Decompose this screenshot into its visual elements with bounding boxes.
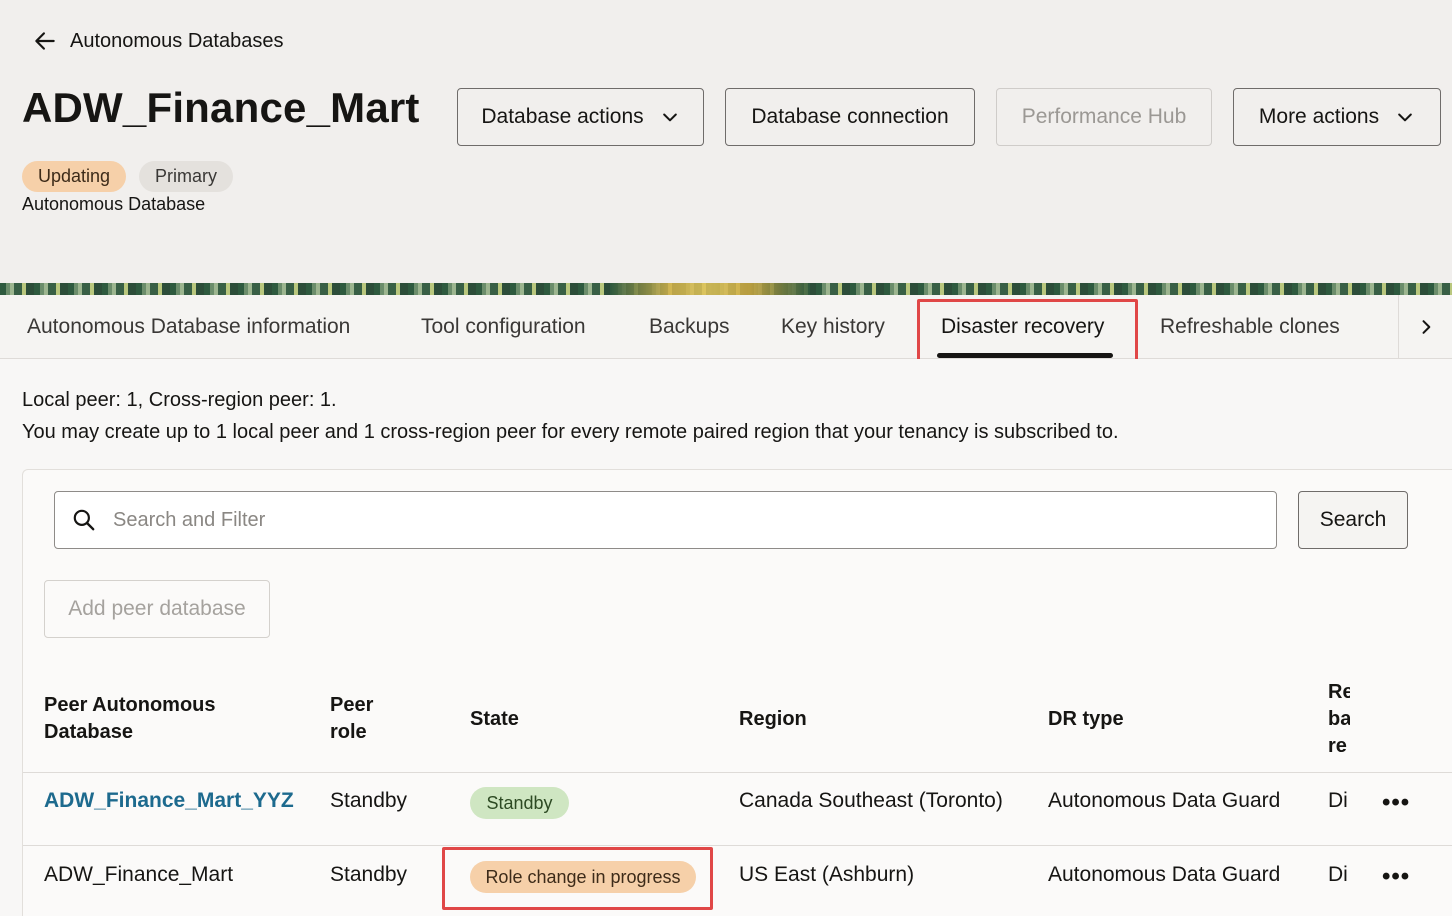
dr-type-cell: Autonomous Data Guard	[1048, 863, 1281, 886]
dr-type-cell: Autonomous Data Guard	[1048, 789, 1281, 812]
column-header-state[interactable]: State	[470, 706, 519, 733]
column-header-text: role	[330, 721, 367, 743]
page-title: ADW_Finance_Mart	[22, 84, 420, 131]
database-actions-label: Database actions	[481, 105, 644, 128]
database-connection-button[interactable]: Database connection	[725, 88, 975, 146]
peer-database-link[interactable]: ADW_Finance_Mart_YYZ	[44, 789, 294, 813]
peer-role-cell: Standby	[330, 863, 408, 886]
chevron-down-icon	[1398, 113, 1412, 122]
tab-scroll-right-button[interactable]	[1398, 295, 1452, 358]
add-peer-database-button[interactable]: Add peer database	[44, 580, 270, 638]
chevron-down-icon	[662, 113, 677, 122]
state-badge-standby: Standby	[470, 787, 569, 819]
more-actions-button[interactable]: More actions	[1233, 88, 1441, 146]
chevron-right-icon	[1422, 319, 1430, 334]
region-cell: US East (Ashburn)	[739, 863, 915, 886]
tab-bar: Autonomous Database information Tool con…	[0, 295, 1452, 359]
more-actions-label: More actions	[1258, 105, 1380, 128]
row-actions-menu-button[interactable]: •••	[1382, 789, 1410, 817]
performance-hub-button[interactable]: Performance Hub	[996, 88, 1212, 146]
role-badge-primary: Primary	[139, 161, 233, 192]
column-header-region[interactable]: Region	[739, 706, 807, 733]
back-link-label: Autonomous Databases	[70, 29, 284, 52]
region-cell: Canada Southeast (Toronto)	[739, 789, 1003, 812]
decorative-banner	[0, 283, 1452, 295]
performance-hub-label: Performance Hub	[1021, 105, 1187, 128]
tab-refreshable-clones[interactable]: Refreshable clones	[1160, 295, 1340, 359]
tab-autonomous-database-information[interactable]: Autonomous Database information	[27, 295, 350, 359]
search-input[interactable]	[113, 508, 1213, 532]
active-tab-indicator	[937, 353, 1113, 358]
tab-backups[interactable]: Backups	[649, 295, 730, 359]
truncated-cell: Di	[1328, 789, 1348, 812]
arrow-left-icon	[35, 32, 55, 50]
peer-database-name: ADW_Finance_Mart	[44, 863, 234, 886]
peer-limit-text: You may create up to 1 local peer and 1 …	[22, 421, 1119, 443]
column-header-text: Database	[44, 721, 133, 743]
column-header-peer-role[interactable]: Peer role	[330, 692, 373, 746]
column-header-text: Peer	[330, 694, 374, 716]
peer-role-cell: Standby	[330, 789, 408, 812]
row-actions-menu-button[interactable]: •••	[1382, 863, 1410, 891]
truncated-cell: Di	[1328, 863, 1348, 886]
table-divider	[23, 845, 1452, 846]
status-badge-updating: Updating	[22, 161, 127, 192]
column-header-text: re	[1328, 735, 1347, 757]
database-actions-button[interactable]: Database actions	[457, 88, 704, 146]
column-header-peer-database[interactable]: Peer Autonomous Database	[44, 692, 216, 746]
peer-count-text: Local peer: 1, Cross-region peer: 1.	[22, 389, 337, 411]
banner-motif	[610, 283, 810, 295]
column-header-dr-type[interactable]: DR type	[1048, 706, 1124, 733]
table-divider	[23, 772, 1452, 773]
column-header-truncated[interactable]: Re ba re	[1328, 679, 1350, 761]
page-subtitle: Autonomous Database	[22, 194, 206, 214]
search-button[interactable]: Search	[1298, 491, 1408, 549]
state-badge-role-change: Role change in progress	[470, 861, 696, 893]
column-header-text: Re	[1328, 681, 1350, 703]
column-header-text: ba	[1328, 708, 1350, 730]
tab-tool-configuration[interactable]: Tool configuration	[421, 295, 586, 359]
search-field[interactable]	[54, 491, 1277, 549]
column-header-text: Peer Autonomous	[44, 694, 216, 716]
tab-key-history[interactable]: Key history	[781, 295, 885, 359]
back-link[interactable]: Autonomous Databases	[32, 28, 283, 54]
search-icon	[73, 509, 95, 531]
tab-disaster-recovery[interactable]: Disaster recovery	[941, 295, 1104, 359]
database-connection-label: Database connection	[751, 105, 949, 128]
